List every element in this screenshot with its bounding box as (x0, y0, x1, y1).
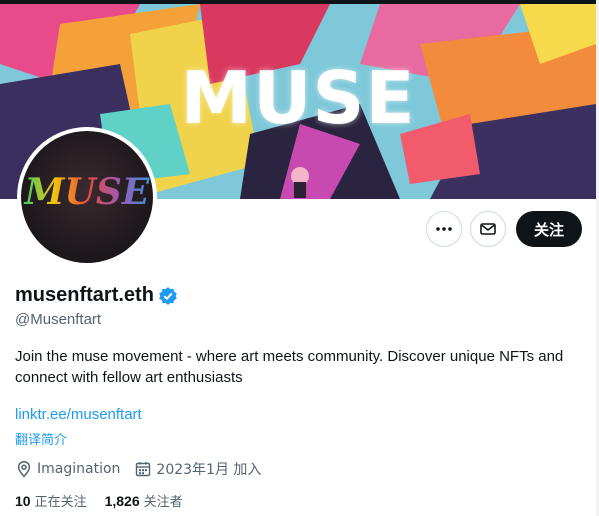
more-dots-icon (436, 227, 452, 231)
translate-bio-link[interactable]: 翻译简介 (15, 429, 67, 448)
profile-stats: 10 正在关注 1,826 关注者 (15, 491, 201, 510)
location-pin-icon (17, 461, 31, 478)
more-button[interactable] (425, 211, 462, 247)
following-stat[interactable]: 10 正在关注 (15, 491, 87, 510)
location-item: Imagination (15, 460, 120, 478)
avatar[interactable]: MUSE (17, 127, 157, 267)
joined-date-text: 2023年1月 加入 (156, 462, 262, 478)
joined-item: 2023年1月 加入 (134, 459, 261, 479)
followers-count: 1,826 (104, 493, 140, 509)
calendar-icon (136, 462, 151, 477)
message-button[interactable] (469, 211, 506, 247)
user-handle: @Musenftart (15, 311, 102, 328)
followers-label: 关注者 (143, 495, 183, 510)
profile-bio: Join the muse movement - where art meets… (15, 348, 564, 386)
followers-stat[interactable]: 1,826 关注者 (105, 491, 183, 510)
display-name: musenftart.eth (15, 284, 154, 306)
verified-badge-icon[interactable] (158, 286, 178, 306)
avatar-logo-text: MUSE (21, 171, 153, 213)
following-count: 10 (15, 493, 31, 509)
follow-button[interactable]: 关注 (515, 211, 582, 247)
location-text: Imagination (37, 461, 121, 477)
avatar-image: MUSE (21, 131, 153, 263)
profile-meta: Imagination 2023年1月 加入 (15, 459, 275, 479)
envelope-icon (480, 223, 496, 235)
following-label: 正在关注 (34, 495, 87, 510)
name-row: musenftart.eth (15, 284, 178, 307)
profile-link[interactable]: linktr.ee/musenftart (15, 406, 142, 423)
profile-actions: 关注 (425, 211, 582, 247)
